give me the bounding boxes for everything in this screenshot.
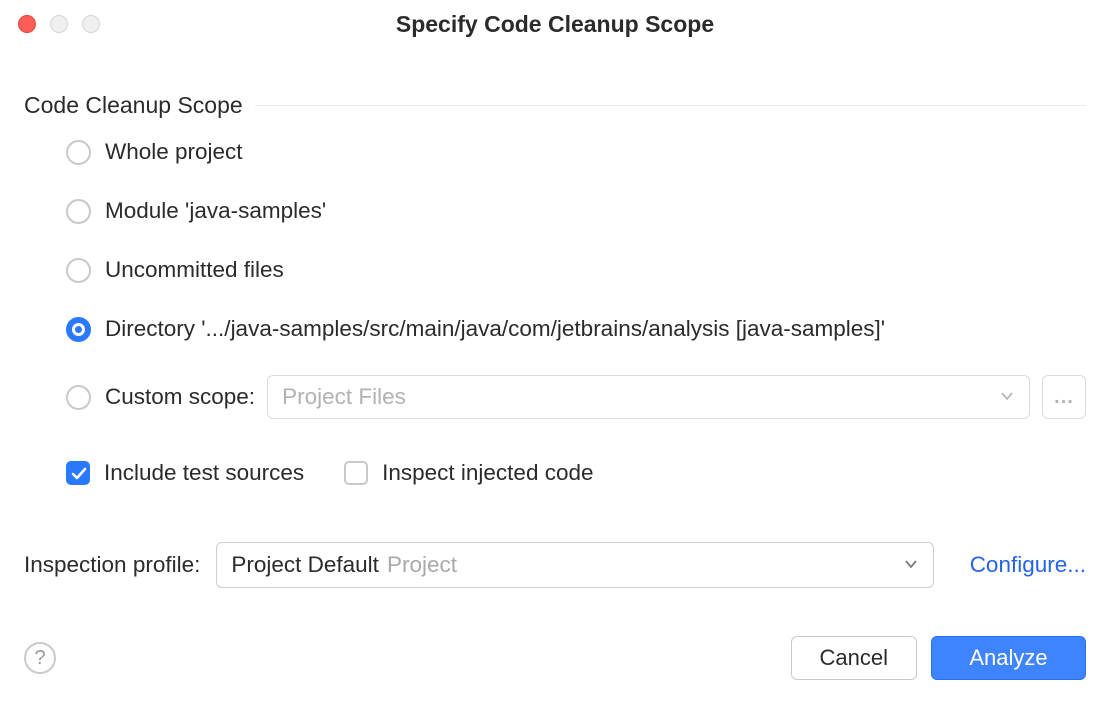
radio-icon	[66, 140, 91, 165]
radio-icon	[66, 385, 91, 410]
scope-option-custom-radio[interactable]: Custom scope:	[66, 384, 255, 410]
checkbox-icon	[66, 461, 90, 485]
divider	[255, 105, 1086, 106]
dialog-title: Specify Code Cleanup Scope	[0, 11, 1110, 38]
checkbox-label: Include test sources	[104, 460, 304, 486]
checkbox-label: Inspect injected code	[382, 460, 593, 486]
checkbox-row: Include test sources Inspect injected co…	[66, 460, 1086, 486]
scope-option-label: Uncommitted files	[105, 257, 284, 283]
question-icon: ?	[34, 647, 45, 670]
inspect-injected-checkbox[interactable]: Inspect injected code	[344, 460, 593, 486]
custom-scope-value: Project Files	[282, 384, 406, 410]
radio-icon	[66, 317, 91, 342]
scope-option-whole-project[interactable]: Whole project	[66, 139, 1086, 165]
inspection-profile-subvalue: Project	[387, 552, 457, 578]
checkbox-icon	[344, 461, 368, 485]
radio-icon	[66, 199, 91, 224]
dialog-footer: ? Cancel Analyze	[24, 636, 1086, 680]
scope-option-label: Directory '.../java-samples/src/main/jav…	[105, 316, 885, 342]
scope-option-label: Custom scope:	[105, 384, 255, 410]
dialog-window: Specify Code Cleanup Scope Code Cleanup …	[0, 0, 1110, 702]
analyze-button[interactable]: Analyze	[931, 636, 1086, 680]
button-label: Analyze	[969, 645, 1047, 671]
configure-link[interactable]: Configure...	[970, 552, 1086, 578]
scope-options: Whole project Module 'java-samples' Unco…	[24, 139, 1086, 486]
inspection-profile-value: Project Default	[231, 552, 379, 578]
scope-option-custom: Custom scope: Project Files ...	[66, 375, 1086, 419]
inspection-profile-combo[interactable]: Project Default Project	[216, 542, 933, 588]
dialog-content: Code Cleanup Scope Whole project Module …	[0, 48, 1110, 588]
cancel-button[interactable]: Cancel	[791, 636, 917, 680]
scope-option-uncommitted[interactable]: Uncommitted files	[66, 257, 1086, 283]
chevron-down-icon	[999, 384, 1015, 410]
custom-scope-browse-button[interactable]: ...	[1042, 375, 1086, 419]
inspection-profile-row: Inspection profile: Project Default Proj…	[24, 542, 1086, 588]
scope-option-directory[interactable]: Directory '.../java-samples/src/main/jav…	[66, 316, 1086, 342]
scope-option-label: Whole project	[105, 139, 243, 165]
scope-option-module[interactable]: Module 'java-samples'	[66, 198, 1086, 224]
custom-scope-combo[interactable]: Project Files	[267, 375, 1030, 419]
inspection-profile-label: Inspection profile:	[24, 552, 200, 578]
scope-group-header: Code Cleanup Scope	[24, 92, 1086, 119]
footer-buttons: Cancel Analyze	[791, 636, 1086, 680]
help-button[interactable]: ?	[24, 642, 56, 674]
scope-group-title: Code Cleanup Scope	[24, 92, 243, 119]
radio-icon	[66, 258, 91, 283]
button-label: Cancel	[820, 645, 888, 671]
scope-option-label: Module 'java-samples'	[105, 198, 326, 224]
ellipsis-icon: ...	[1054, 386, 1074, 409]
include-test-sources-checkbox[interactable]: Include test sources	[66, 460, 304, 486]
chevron-down-icon	[903, 552, 919, 578]
titlebar: Specify Code Cleanup Scope	[0, 0, 1110, 48]
